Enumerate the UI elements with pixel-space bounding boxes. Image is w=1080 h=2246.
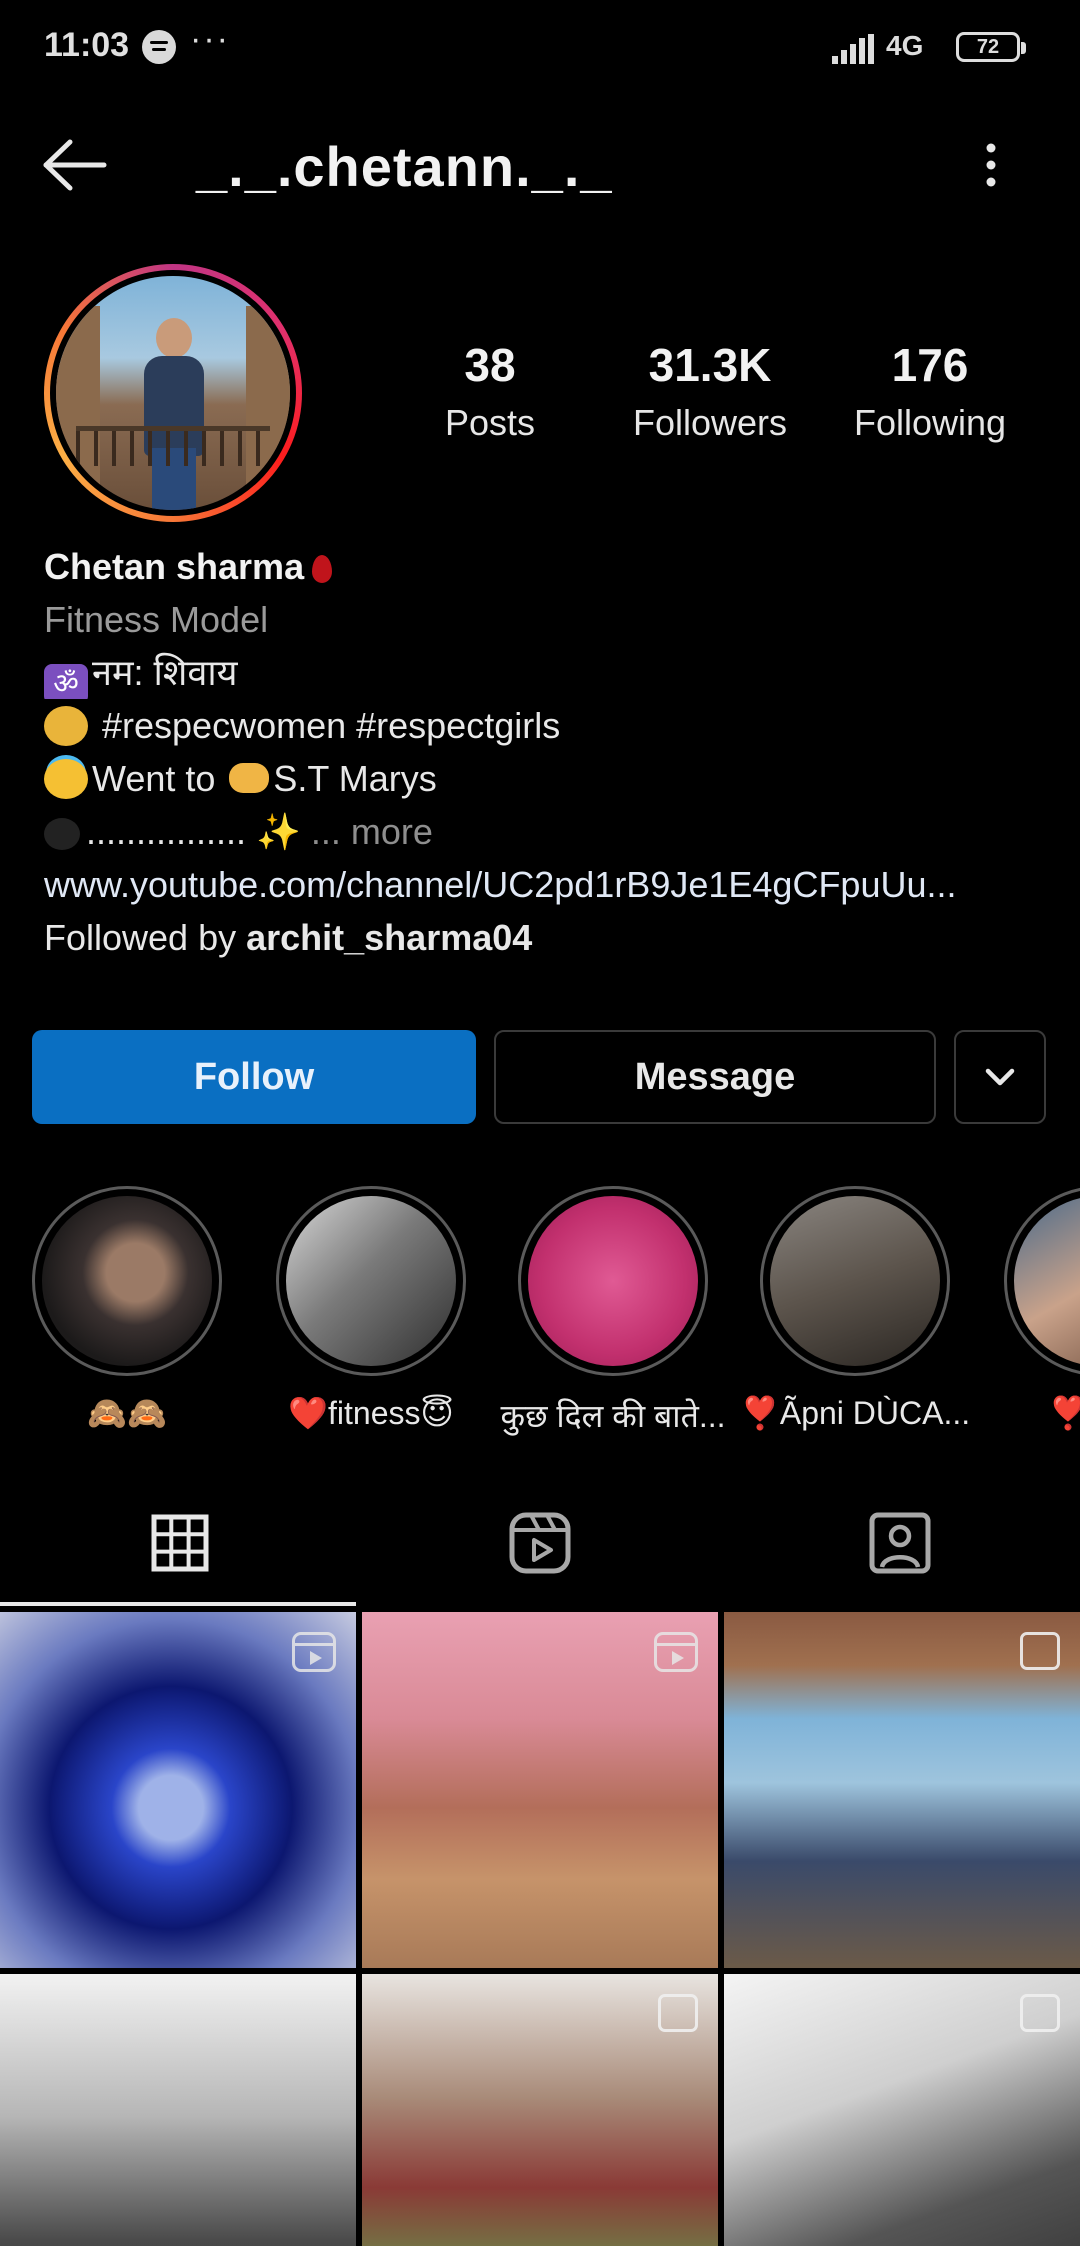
profile-username: _._.chetann._._: [196, 135, 613, 198]
highlight-label: ❣️Men: [1047, 1395, 1080, 1431]
more-options-icon[interactable]: [974, 140, 1008, 190]
highlight-label: कुछ दिल की बाते...: [500, 1398, 726, 1434]
stat-posts[interactable]: 38 Posts: [380, 338, 600, 444]
folded-hands-icon: [44, 706, 88, 746]
bio-dots: ................: [86, 811, 257, 852]
angel-face-icon: [44, 759, 88, 799]
highlight-label: ❣️Ãpni DÙCA...: [740, 1395, 970, 1431]
suggested-dropdown-button[interactable]: [954, 1030, 1046, 1124]
spotify-icon: [142, 30, 176, 64]
highlight-cover: [770, 1196, 940, 1366]
highlight-cover: [1014, 1196, 1080, 1366]
stat-following[interactable]: 176 Following: [820, 338, 1040, 444]
highlight-cover: [528, 1196, 698, 1366]
profile-avatar-ring[interactable]: [44, 264, 302, 522]
profile-stats: 38 Posts 31.3K Followers 176 Following: [380, 338, 1040, 458]
stat-followers[interactable]: 31.3K Followers: [600, 338, 820, 444]
highlight-item[interactable]: ❤️fitness😇: [256, 1186, 486, 1432]
followers-count: 31.3K: [648, 339, 772, 391]
black-heart-icon: [44, 818, 80, 850]
bio-text-3a: Went to: [92, 758, 226, 799]
om-icon: ॐ: [44, 664, 88, 699]
status-time: 11:03: [44, 26, 130, 64]
chevron-down-icon: [985, 1068, 1015, 1086]
story-highlights: 🙈🙈 ❤️fitness😇 कुछ दिल की बाते... ❣️Ãpni …: [0, 1186, 1080, 1436]
avatar: [56, 276, 290, 510]
followed-by-prefix: Followed by: [44, 917, 247, 958]
tab-tagged[interactable]: [720, 1480, 1080, 1606]
posts-grid: [0, 1612, 1080, 2246]
reel-icon: [292, 1632, 336, 1672]
followed-by-user[interactable]: archit_sharma04: [246, 917, 532, 958]
bio-name: Chetan sharma: [44, 546, 305, 587]
back-arrow-icon[interactable]: [40, 138, 110, 192]
grid-post[interactable]: [724, 1612, 1080, 1968]
highlight-item[interactable]: कुछ दिल की बाते...: [498, 1186, 728, 1436]
grid-post[interactable]: [0, 1974, 356, 2246]
grid-post[interactable]: [0, 1612, 356, 1968]
followed-by[interactable]: Followed by archit_sharma04: [44, 911, 1044, 964]
bio-line-2[interactable]: #respecwomen #respectgirls: [44, 699, 1044, 752]
network-type: 4G: [886, 30, 924, 61]
signal-icon: [832, 34, 876, 64]
bio-category: Fitness Model: [44, 599, 269, 640]
pointing-hand-icon: [229, 763, 270, 793]
notification-more-icon: ···: [190, 20, 230, 58]
bio-line-1: ॐ नम: शिवाय: [44, 646, 1044, 699]
active-tab-indicator: [0, 1602, 356, 1606]
reel-icon: [654, 1632, 698, 1672]
bio-line-3: Went to S.T Marys: [44, 752, 1044, 805]
bio-hashtags[interactable]: #respecwomen #respectgirls: [92, 705, 560, 746]
bio-text-3b: S.T Marys: [273, 758, 437, 799]
highlight-cover: [286, 1196, 456, 1366]
bio-line-4: ................ ✨ ... more: [44, 805, 1044, 858]
posts-count: 38: [464, 339, 516, 391]
highlight-item[interactable]: 🙈🙈: [12, 1186, 242, 1432]
bio-more-link[interactable]: ... more: [311, 811, 433, 852]
following-label: Following: [853, 402, 1007, 443]
profile-header: _._.chetann._._: [0, 110, 1080, 220]
carousel-icon: [658, 1994, 698, 2032]
posts-label: Posts: [444, 402, 536, 443]
blood-drop-icon: [312, 555, 333, 583]
following-count: 176: [891, 339, 969, 391]
message-button[interactable]: Message: [494, 1030, 936, 1124]
carousel-icon: [1020, 1994, 1060, 2032]
carousel-icon: [1020, 1632, 1060, 1670]
highlight-label: ❤️fitness😇: [288, 1395, 454, 1431]
grid-icon: [151, 1514, 209, 1572]
tab-reels[interactable]: [360, 1480, 720, 1606]
highlight-label: 🙈🙈: [87, 1395, 167, 1431]
highlight-cover: [42, 1196, 212, 1366]
tagged-user-icon: [869, 1512, 931, 1574]
grid-post[interactable]: [362, 1612, 718, 1968]
tab-posts-grid[interactable]: [0, 1480, 360, 1606]
status-bar: 11:03 ··· 4G 72: [0, 0, 1080, 96]
reels-icon: [509, 1512, 571, 1574]
highlight-item[interactable]: ❣️Ãpni DÙCA...: [740, 1186, 970, 1432]
battery-icon: 72: [956, 32, 1026, 62]
battery-level: 72: [976, 36, 1000, 58]
profile-tabs: [0, 1480, 1080, 1606]
profile-bio: Chetan sharma Fitness Model ॐ नम: शिवाय #…: [44, 540, 1044, 964]
grid-post[interactable]: [724, 1974, 1080, 2246]
bio-website-link[interactable]: www.youtube.com/channel/UC2pd1rB9Je1E4gC…: [44, 858, 1044, 911]
grid-post[interactable]: [362, 1974, 718, 2246]
followers-label: Followers: [632, 402, 788, 443]
bio-text-1: नम: शिवाय: [92, 652, 238, 693]
highlight-item[interactable]: ❣️Men: [984, 1186, 1080, 1432]
follow-button[interactable]: Follow: [32, 1030, 476, 1124]
bio-name-line: Chetan sharma: [44, 540, 1044, 593]
sparkles-icon: ✨: [256, 811, 301, 852]
